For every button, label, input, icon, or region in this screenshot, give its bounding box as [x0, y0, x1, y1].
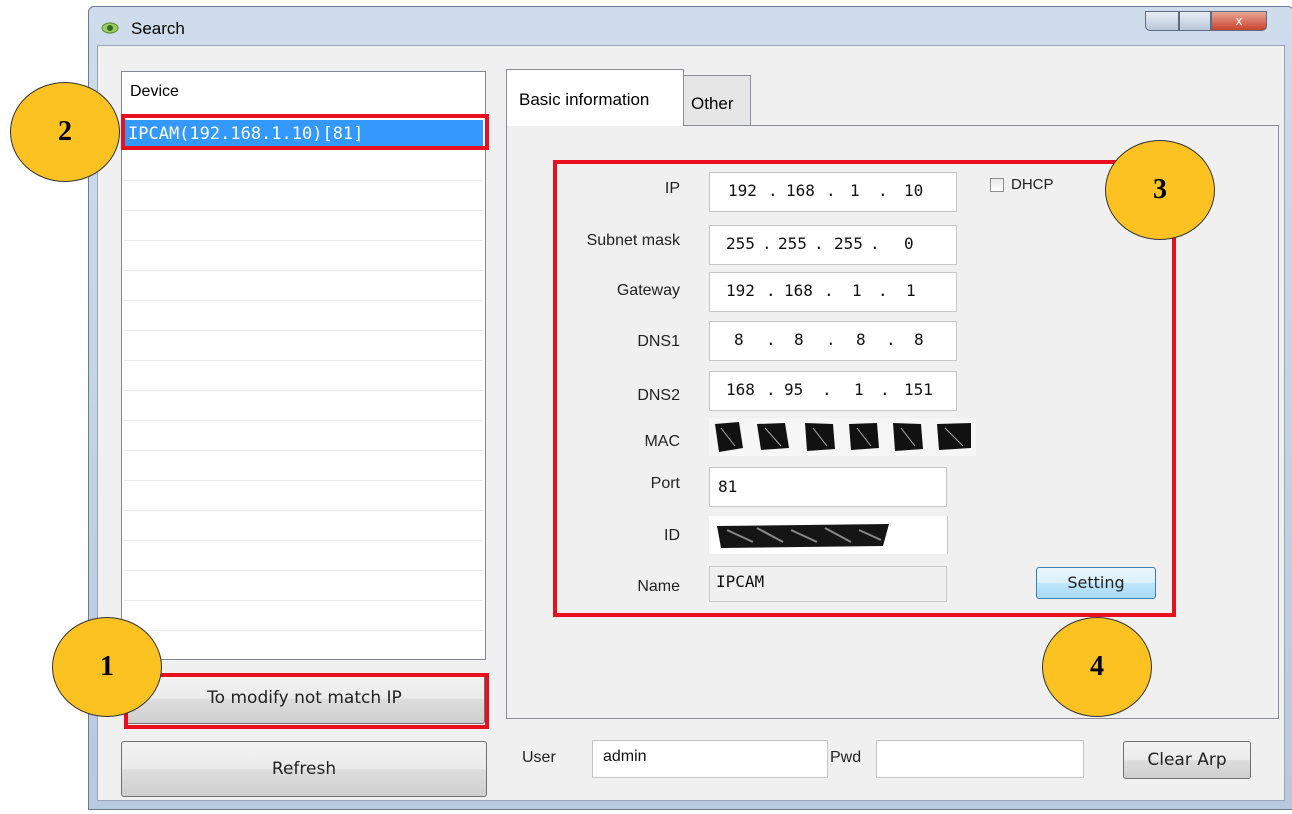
user-field[interactable]: admin [592, 740, 828, 778]
gateway-octet: 168 [784, 281, 813, 300]
ip-dot: . [870, 234, 880, 253]
redaction-scribble [717, 524, 889, 548]
gateway-octet: 1 [852, 281, 862, 300]
ip-dot: . [886, 330, 896, 349]
title-bar[interactable]: Search x [89, 7, 1292, 45]
list-row [124, 452, 483, 481]
ip-octet: 168 [786, 181, 815, 200]
device-list-header: Device [130, 83, 179, 100]
subnet-octet: 255 [726, 234, 755, 253]
ip-field[interactable]: 192 . 168 . 1 . 10 [709, 172, 957, 212]
ip-dot: . [826, 181, 836, 200]
dns2-octet: 1 [854, 380, 864, 399]
ip-dot: . [826, 330, 836, 349]
pwd-label: Pwd [830, 749, 862, 766]
list-row [124, 362, 483, 391]
ip-label: IP [664, 180, 680, 197]
dns2-label: DNS2 [637, 387, 680, 404]
password-field[interactable] [876, 740, 1084, 778]
device-list-item[interactable]: IPCAM(192.168.1.10)[81] [124, 120, 483, 148]
list-row [124, 602, 483, 631]
ip-dot: . [766, 380, 776, 399]
ip-dot: . [768, 181, 778, 200]
dhcp-checkbox[interactable] [990, 178, 1004, 192]
name-field: IPCAM [709, 566, 947, 602]
clear-arp-button[interactable]: Clear Arp [1123, 741, 1251, 779]
list-row [124, 572, 483, 601]
dns1-octet: 8 [734, 330, 744, 349]
ip-dot: . [878, 181, 888, 200]
subnet-octet: 0 [904, 234, 914, 253]
name-label: Name [637, 578, 680, 595]
ip-octet: 192 [728, 181, 757, 200]
list-row [124, 512, 483, 541]
ip-dot: . [822, 380, 832, 399]
id-label: ID [664, 527, 680, 544]
port-label: Port [650, 475, 680, 492]
tab-basic-information[interactable]: Basic information [506, 69, 684, 126]
modify-ip-button[interactable]: To modify not match IP [124, 673, 485, 724]
list-row [124, 392, 483, 421]
subnet-mask-label: Subnet mask [586, 232, 680, 249]
app-icon [101, 22, 119, 34]
dns1-octet: 8 [856, 330, 866, 349]
setting-button[interactable]: Setting [1036, 567, 1156, 599]
dhcp-label: DHCP [1011, 176, 1054, 193]
list-row [124, 152, 483, 181]
dns2-octet: 151 [904, 380, 933, 399]
port-field[interactable]: 81 [709, 467, 947, 507]
dns1-label: DNS1 [637, 333, 680, 350]
ip-dot: . [878, 281, 888, 300]
dns2-octet: 168 [726, 380, 755, 399]
maximize-button[interactable] [1179, 11, 1211, 31]
gateway-label: Gateway [616, 282, 680, 299]
list-row [124, 272, 483, 301]
ip-dot: . [880, 380, 890, 399]
device-list[interactable]: Device IPCAM(192.168.1.10)[81] [121, 71, 486, 660]
dns1-field[interactable]: 8 . 8 . 8 . 8 [709, 321, 957, 361]
subnet-octet: 255 [778, 234, 807, 253]
id-redacted-field[interactable] [709, 516, 948, 554]
gateway-field[interactable]: 192 . 168 . 1 . 1 [709, 272, 957, 312]
annotation-badge-4: 4 [1042, 617, 1152, 717]
ip-dot: . [824, 281, 834, 300]
close-button[interactable]: x [1211, 11, 1267, 31]
minimize-button[interactable] [1145, 11, 1179, 31]
annotation-badge-1: 1 [52, 617, 162, 717]
list-row [124, 242, 483, 271]
gateway-octet: 1 [906, 281, 916, 300]
refresh-button[interactable]: Refresh [121, 741, 487, 797]
redaction-scribble [709, 418, 976, 456]
ip-octet: 1 [850, 181, 860, 200]
annotation-badge-2: 2 [10, 82, 120, 182]
mac-label: MAC [644, 433, 680, 450]
ip-dot: . [766, 330, 776, 349]
list-row [124, 212, 483, 241]
subnet-mask-field[interactable]: 255 . 255 . 255 . 0 [709, 225, 957, 265]
dns1-octet: 8 [794, 330, 804, 349]
ip-dot: . [766, 281, 776, 300]
ip-dot: . [814, 234, 824, 253]
ip-octet: 10 [904, 181, 924, 200]
window-title: Search [131, 19, 185, 38]
list-row [124, 542, 483, 571]
ip-dot: . [762, 234, 772, 253]
dns2-octet: 95 [784, 380, 804, 399]
list-row [124, 302, 483, 331]
dns1-octet: 8 [914, 330, 924, 349]
list-row [124, 182, 483, 211]
gateway-octet: 192 [726, 281, 755, 300]
list-row [124, 332, 483, 361]
mac-redacted-field [709, 418, 976, 456]
list-row [124, 482, 483, 511]
tab-other[interactable]: Other [683, 75, 751, 126]
list-row [124, 422, 483, 451]
dns2-field[interactable]: 168 . 95 . 1 . 151 [709, 371, 957, 411]
user-label: User [522, 749, 556, 766]
subnet-octet: 255 [834, 234, 863, 253]
annotation-badge-3: 3 [1105, 140, 1215, 240]
